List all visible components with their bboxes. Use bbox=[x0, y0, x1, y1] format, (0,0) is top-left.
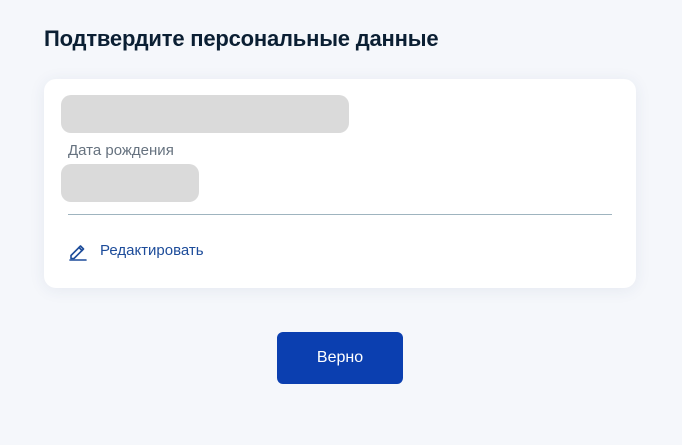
birth-date-label: Дата рождения bbox=[68, 142, 174, 159]
pencil-icon bbox=[68, 241, 88, 261]
edit-label: Редактировать bbox=[100, 242, 204, 259]
edit-link[interactable]: Редактировать bbox=[68, 240, 204, 262]
full-name-redacted bbox=[61, 95, 349, 133]
birth-date-redacted bbox=[61, 164, 199, 202]
divider bbox=[68, 214, 612, 215]
page-title: Подтвердите персональные данные bbox=[44, 26, 439, 51]
confirm-button[interactable]: Верно bbox=[277, 332, 403, 384]
personal-data-card: Дата рождения Редактировать bbox=[44, 79, 636, 288]
